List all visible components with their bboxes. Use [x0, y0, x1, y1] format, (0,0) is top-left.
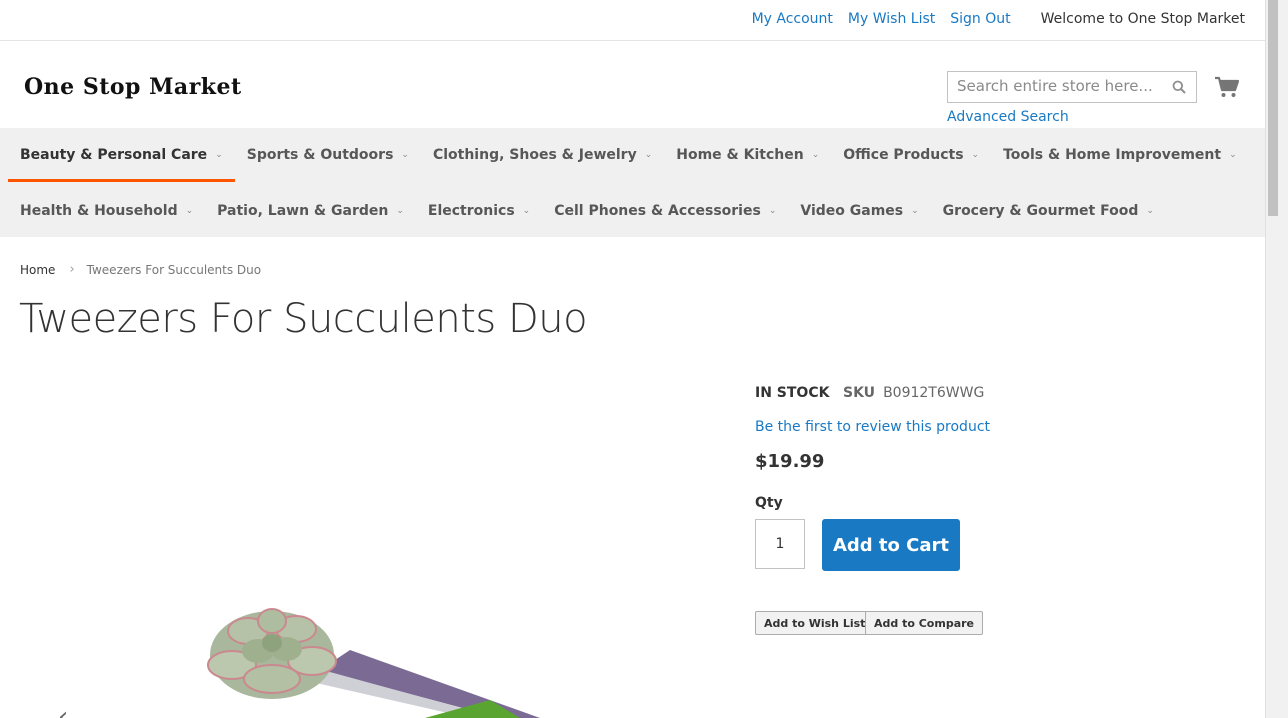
nav-row-2: Health & Household ⌄ Patio, Lawn & Garden… — [8, 184, 1166, 238]
scrollbar-thumb[interactable] — [1268, 0, 1278, 216]
sku-value: B0912T6WWG — [883, 385, 985, 401]
chevron-down-icon: ⌄ — [215, 150, 223, 160]
breadcrumb-current: Tweezers For Succulents Duo — [86, 262, 262, 277]
nav-item-label: Sports & Outdoors — [246, 147, 394, 163]
nav-item-video-games[interactable]: Video Games ⌄ — [788, 184, 930, 238]
chevron-down-icon: ⌄ — [396, 206, 404, 216]
product-image — [207, 608, 540, 718]
top-header-bar: My Account My Wish List Sign Out Welcome… — [0, 0, 1265, 41]
search-box — [947, 71, 1197, 103]
product-page: My Account My Wish List Sign Out Welcome… — [0, 0, 1265, 718]
product-image-gallery[interactable]: ‹ — [20, 380, 720, 718]
nav-item-health-household[interactable]: Health & Household ⌄ — [8, 184, 205, 238]
chevron-down-icon: ⌄ — [522, 206, 531, 216]
search-icon[interactable] — [1172, 80, 1186, 94]
nav-item-office-products[interactable]: Office Products ⌄ — [831, 128, 991, 182]
search-input[interactable] — [948, 72, 1162, 100]
product-price: $19.99 — [755, 451, 825, 472]
nav-item-electronics[interactable]: Electronics ⌄ — [416, 184, 542, 238]
nav-item-beauty-personal-care[interactable]: Beauty & Personal Care ⌄ — [8, 128, 235, 182]
nav-item-label: Health & Household — [20, 203, 178, 219]
nav-item-home-kitchen[interactable]: Home & Kitchen ⌄ — [664, 128, 831, 182]
nav-item-label: Beauty & Personal Care — [20, 147, 208, 163]
nav-item-label: Cell Phones & Accessories — [554, 203, 761, 219]
chevron-down-icon: ⌄ — [1229, 150, 1237, 160]
nav-item-tools-home-improvement[interactable]: Tools & Home Improvement ⌄ — [991, 128, 1249, 182]
nav-item-label: Electronics — [427, 203, 515, 219]
chevron-right-icon: › — [69, 262, 75, 277]
stock-status: IN STOCK — [755, 385, 830, 401]
nav-item-label: Patio, Lawn & Garden — [217, 203, 389, 219]
write-review-link[interactable]: Be the first to review this product — [755, 419, 990, 435]
chevron-down-icon: ⌄ — [971, 150, 980, 160]
add-to-cart-button[interactable]: Add to Cart — [822, 519, 960, 571]
nav-item-clothing-shoes-jewelry[interactable]: Clothing, Shoes & Jewelry ⌄ — [421, 128, 664, 182]
add-to-wish-list-button[interactable]: Add to Wish List — [755, 611, 875, 635]
product-sku: SKU B0912T6WWG — [843, 385, 984, 401]
nav-item-label: Video Games — [800, 203, 904, 219]
chevron-down-icon: ⌄ — [644, 150, 653, 160]
page-title: Tweezers For Succulents Duo — [19, 296, 588, 342]
nav-item-cell-phones-accessories[interactable]: Cell Phones & Accessories ⌄ — [542, 184, 788, 238]
welcome-message: Welcome to One Stop Market — [1040, 11, 1245, 27]
qty-input[interactable] — [755, 519, 805, 569]
page-scrollbar[interactable] — [1265, 0, 1288, 718]
chevron-down-icon: ⌄ — [911, 206, 919, 216]
chevron-left-icon[interactable]: ‹ — [58, 702, 68, 718]
store-logo[interactable]: One Stop Market — [24, 74, 242, 100]
chevron-down-icon: ⌄ — [185, 206, 194, 216]
nav-item-sports-outdoors[interactable]: Sports & Outdoors ⌄ — [235, 128, 421, 182]
nav-item-grocery-gourmet-food[interactable]: Grocery & Gourmet Food ⌄ — [931, 184, 1166, 238]
breadcrumb: Home › Tweezers For Succulents Duo — [20, 262, 261, 277]
nav-item-patio-lawn-garden[interactable]: Patio, Lawn & Garden ⌄ — [205, 184, 416, 238]
cart-icon[interactable] — [1214, 75, 1240, 99]
my-account-link[interactable]: My Account — [752, 11, 833, 27]
chevron-down-icon: ⌄ — [1146, 206, 1154, 216]
sign-out-link[interactable]: Sign Out — [950, 11, 1010, 27]
add-to-compare-button[interactable]: Add to Compare — [865, 611, 984, 635]
nav-row-1: Beauty & Personal Care ⌄ Sports & Outdoor… — [8, 128, 1249, 182]
my-wish-list-link[interactable]: My Wish List — [848, 11, 935, 27]
nav-item-label: Office Products — [843, 147, 964, 163]
chevron-down-icon: ⌄ — [811, 150, 820, 160]
category-navigation: Beauty & Personal Care ⌄ Sports & Outdoor… — [0, 128, 1265, 237]
breadcrumb-home-link[interactable]: Home — [20, 263, 55, 277]
header-links: My Account My Wish List Sign Out Welcome… — [737, 11, 1245, 27]
nav-item-label: Tools & Home Improvement — [1003, 147, 1222, 163]
nav-item-label: Clothing, Shoes & Jewelry — [432, 147, 637, 163]
sku-label: SKU — [843, 385, 876, 401]
advanced-search-link[interactable]: Advanced Search — [947, 109, 1069, 125]
chevron-down-icon: ⌄ — [401, 150, 409, 160]
nav-item-label: Home & Kitchen — [676, 147, 804, 163]
nav-item-label: Grocery & Gourmet Food — [942, 203, 1139, 219]
qty-label: Qty — [755, 495, 783, 511]
chevron-down-icon: ⌄ — [768, 206, 777, 216]
